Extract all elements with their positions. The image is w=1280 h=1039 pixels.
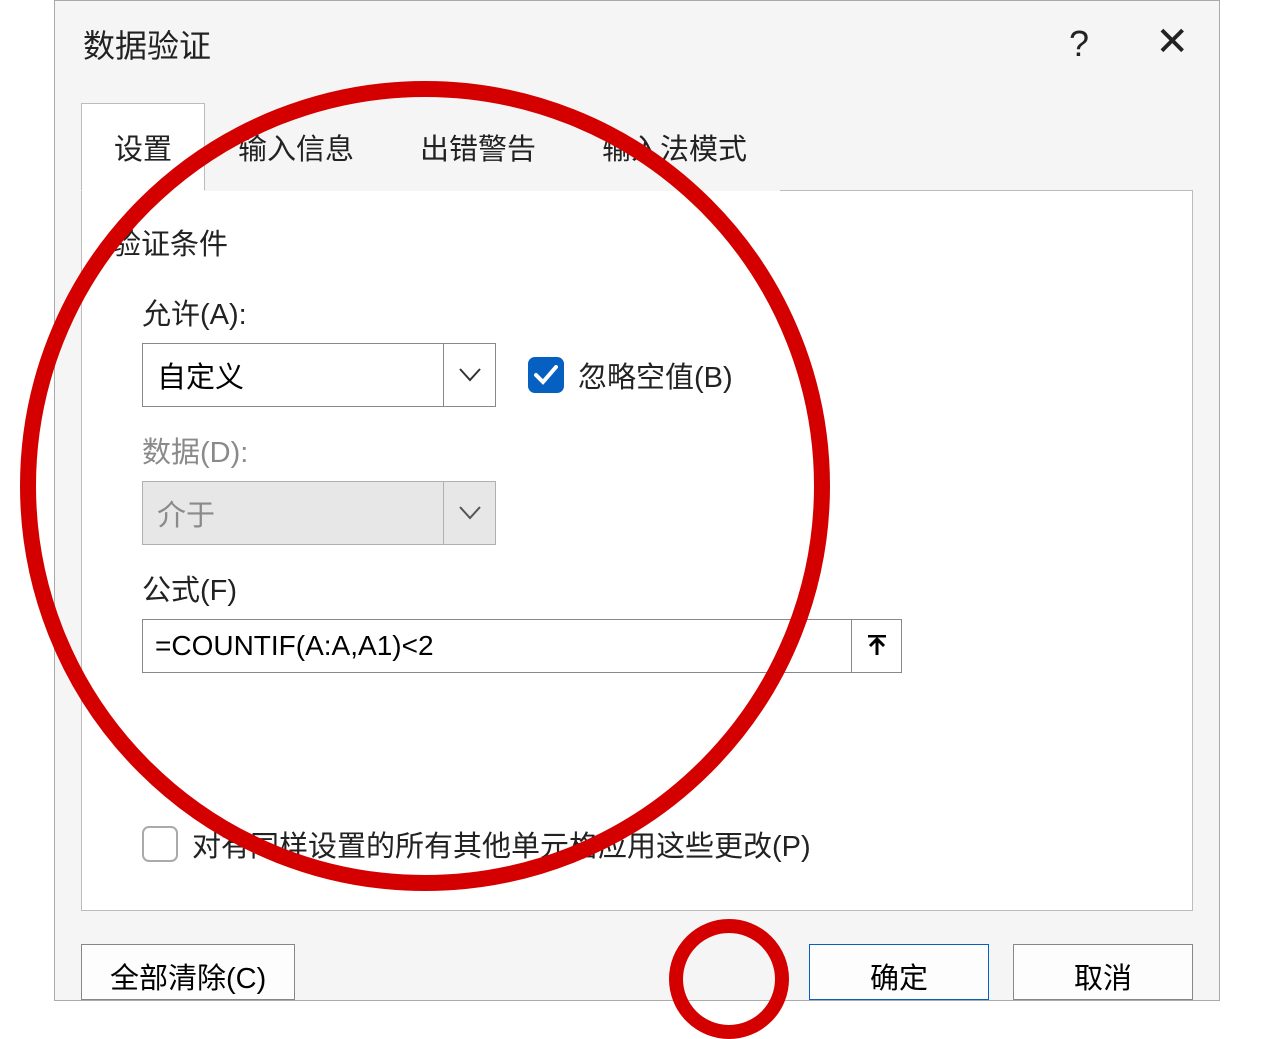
collapse-dialog-icon[interactable] bbox=[851, 620, 901, 672]
dialog-title: 数据验证 bbox=[83, 21, 211, 67]
allow-select-value: 自定义 bbox=[157, 354, 244, 396]
tab-error-alert[interactable]: 出错警告 bbox=[387, 103, 569, 191]
tab-ime-mode[interactable]: 输入法模式 bbox=[569, 103, 780, 191]
checkbox-unchecked-icon bbox=[142, 826, 178, 862]
formula-input-wrap bbox=[142, 619, 902, 673]
chevron-down-icon bbox=[443, 344, 495, 406]
apply-all-label: 对有同样设置的所有其他单元格应用这些更改(P) bbox=[192, 823, 811, 865]
apply-all-checkbox[interactable]: 对有同样设置的所有其他单元格应用这些更改(P) bbox=[142, 823, 1162, 865]
tab-panel-settings: 验证条件 允许(A): 自定义 忽略空值(B) bbox=[81, 191, 1193, 911]
checkbox-checked-icon bbox=[528, 357, 564, 393]
allow-select[interactable]: 自定义 bbox=[142, 343, 496, 407]
dialog-footer: 全部清除(C) 确定 取消 bbox=[81, 930, 1193, 1000]
formula-input[interactable] bbox=[143, 620, 851, 672]
data-validation-dialog: 数据验证 ? ✕ 设置 输入信息 出错警告 输入法模式 验证条件 允许(A): … bbox=[54, 0, 1220, 1001]
titlebar: 数据验证 ? ✕ bbox=[55, 1, 1219, 91]
dialog-content: 设置 输入信息 出错警告 输入法模式 验证条件 允许(A): 自定义 bbox=[55, 103, 1219, 911]
help-icon[interactable]: ? bbox=[1069, 23, 1089, 65]
close-icon[interactable]: ✕ bbox=[1155, 19, 1189, 65]
chevron-down-icon bbox=[443, 482, 495, 544]
data-select-value: 介于 bbox=[157, 492, 215, 534]
ignore-blank-checkbox[interactable]: 忽略空值(B) bbox=[528, 354, 733, 396]
ok-button[interactable]: 确定 bbox=[809, 944, 989, 1000]
ignore-blank-label: 忽略空值(B) bbox=[578, 354, 733, 396]
cancel-button[interactable]: 取消 bbox=[1013, 944, 1193, 1000]
clear-all-button[interactable]: 全部清除(C) bbox=[81, 944, 295, 1000]
tab-bar: 设置 输入信息 出错警告 输入法模式 bbox=[81, 103, 1193, 191]
tab-settings[interactable]: 设置 bbox=[81, 103, 205, 191]
field-group: 允许(A): 自定义 忽略空值(B) 数据(D bbox=[142, 291, 1162, 865]
allow-label: 允许(A): bbox=[142, 291, 1162, 333]
data-select: 介于 bbox=[142, 481, 496, 545]
validation-criteria-label: 验证条件 bbox=[112, 221, 1162, 263]
formula-label: 公式(F) bbox=[142, 567, 1162, 609]
data-label: 数据(D): bbox=[142, 429, 1162, 471]
tab-input-message[interactable]: 输入信息 bbox=[205, 103, 387, 191]
